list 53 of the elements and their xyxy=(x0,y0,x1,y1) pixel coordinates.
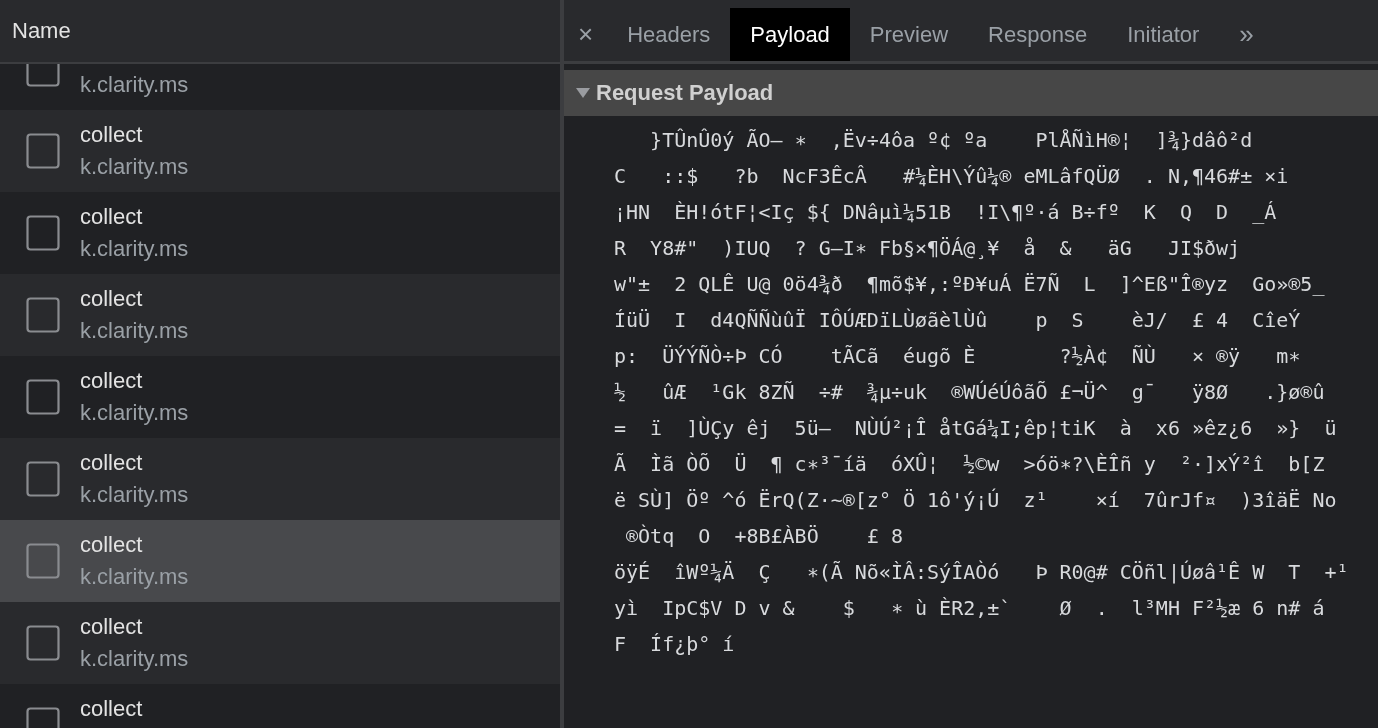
request-name: collect xyxy=(80,450,144,476)
request-row[interactable]: collect k.clarity.ms xyxy=(0,602,560,684)
file-icon xyxy=(26,379,60,415)
request-name: collect xyxy=(80,368,144,394)
payload-line: ë SÙ] Öº ^ó ËrQ(Z·~®[z° Ö 1ô'ý¡Ú z¹ ×í 7ûrJf¤ )3îäË No xyxy=(614,487,1338,514)
payload-line: }TÛnÛ0ý ÃO– ∗ ,Ëv÷4ôa º¢ ºa PlÅÑìH®¦ ]¾}dâô²d xyxy=(649,127,1254,154)
payload-line: yì IpC$V D v & $ ∗ ù ÈR2,±` Ø . l³MH F²½æ 6 n# á xyxy=(614,595,1326,622)
request-domain: k.clarity.ms xyxy=(80,318,189,344)
request-name: collect xyxy=(80,614,144,640)
request-domain: k.clarity.ms xyxy=(80,154,189,180)
request-name: collect xyxy=(80,696,143,722)
payload-line: ÍüÜ I d4QÑÑùûÏ IÔÚÆDïLÙøãèlÙû p S èJ/ £ 4 CîeÝ xyxy=(614,307,1302,334)
payload-line: = ï ]ÙÇy êj 5ü– NÙÚ²¡Î åtGá¼I;êp¦tiK à x6 »êz¿6 »} ü xyxy=(614,415,1338,442)
request-row[interactable]: collect k.clarity.ms xyxy=(0,274,560,356)
request-row[interactable]: collect k.clarity.ms xyxy=(0,520,560,602)
request-name: collect xyxy=(80,286,144,312)
payload-line: ®Òtq O +8B£ÀBÖ £ 8 xyxy=(625,523,904,550)
tab[interactable]: Initiator xyxy=(1107,8,1220,61)
payload-line: öÿÉ îWº¼Ä Ç ∗(Ã Nõ«ÌÂ:SýÎAÒó Þ R0@# CÖñl|Úøâ¹Ê W T +¹ xyxy=(614,559,1350,586)
request-name: collect xyxy=(80,122,144,148)
column-header[interactable]: Name xyxy=(0,0,560,64)
payload-line: Ã Ìã ÒÕ Ü ¶ c∗³¯íä óXÛ¦ ½©w >óö∗?\ÈÎñ y ²·]xÝ²î b[Z xyxy=(614,451,1326,478)
tab[interactable]: Preview xyxy=(849,8,969,61)
file-icon xyxy=(26,215,60,251)
file-icon xyxy=(26,625,60,661)
request-domain: k.clarity.ms xyxy=(80,646,189,672)
request-domain: k.clarity.ms xyxy=(80,564,189,590)
file-icon xyxy=(26,297,60,333)
request-domain: k.clarity.ms xyxy=(80,482,189,508)
tab[interactable]: Payload xyxy=(730,8,850,61)
request-row[interactable]: collect k.clarity.ms xyxy=(0,438,560,520)
payload-line: R Y8#" )IUQ ? G–I∗ Fb§×¶ÖÁ@¸¥ å & äG JI$ðwj xyxy=(614,235,1242,262)
file-icon xyxy=(26,133,60,169)
section-title[interactable]: Request Payload xyxy=(596,80,774,106)
request-name: collect xyxy=(80,532,144,558)
request-row[interactable]: collect k.clarity.ms xyxy=(0,110,560,192)
payload-line: F Íf¿þ° í xyxy=(614,631,736,658)
tab[interactable]: Response xyxy=(968,8,1108,61)
payload-line: ½ ûÆ ¹Gk 8ZÑ ÷# ¾µ÷uk ®WÚéÚôãÕ £¬Ü^ g¯ ÿ8Ø .}ø®û xyxy=(614,379,1326,406)
file-icon xyxy=(26,543,60,579)
file-icon xyxy=(26,461,60,497)
more-tabs-button[interactable]: » xyxy=(1219,8,1274,61)
collapse-triangle-icon[interactable] xyxy=(576,88,590,98)
payload-line: ¡HN ÈH!ótF¦<Iç ${ DNâµì¼51B !I\¶º·á B÷fº K Q D _Á xyxy=(614,199,1278,226)
payload-line: p: ÜÝÝÑÒ÷Þ CÓ tÃCã éugõ È ?½À¢ ÑÙ × ®ÿ m∗ xyxy=(614,343,1302,370)
close-button[interactable]: × xyxy=(564,8,608,61)
request-name: collect xyxy=(80,204,144,230)
tab[interactable]: Headers xyxy=(607,8,731,61)
request-domain: k.clarity.ms xyxy=(80,400,189,426)
payload-line: C ::$ ?b NcF3ÊcÂ #¼ÈH\Ýû¼® eMLâfQÜØ . N,¶46#± ×i xyxy=(614,163,1290,190)
request-domain: k.clarity.ms xyxy=(80,236,189,262)
payload-line: w"± 2 QLÊ U@ 0ö4¾ð ¶mõ$¥,:ºÐ¥uÁ Ë7Ñ L ]^Eß"Î®yz Go»®5_ xyxy=(614,271,1326,298)
request-domain: k.clarity.ms xyxy=(80,72,189,98)
